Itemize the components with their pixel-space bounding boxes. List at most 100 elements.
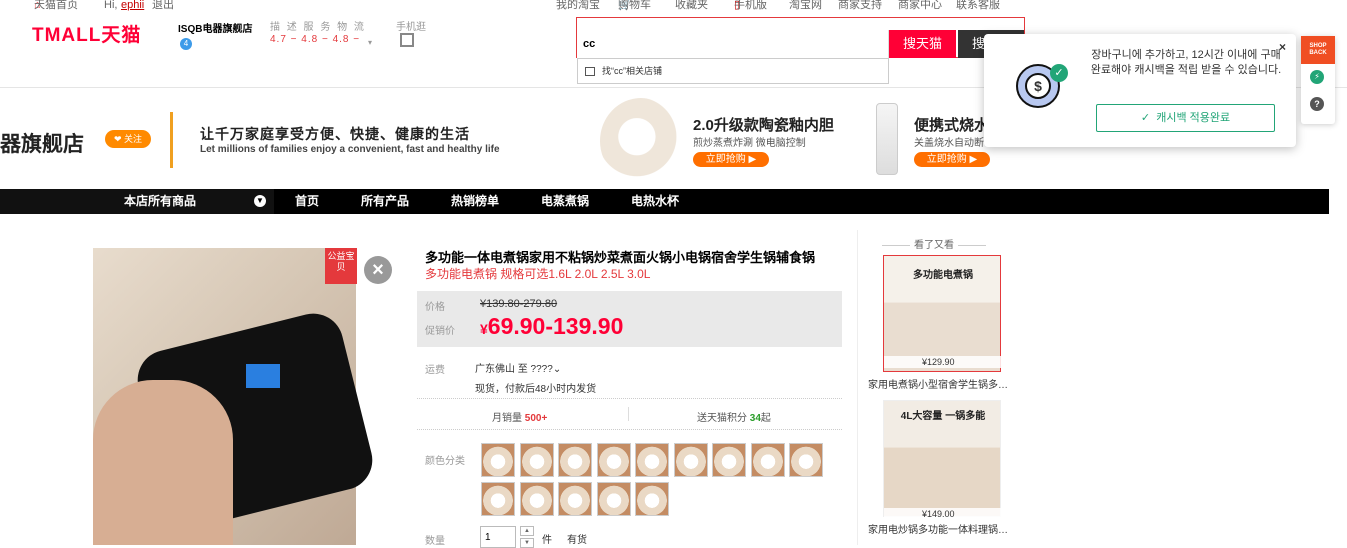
rating-dropdown-icon[interactable]: ▾ bbox=[368, 38, 372, 47]
favorites-link[interactable]: 收藏夹 bbox=[675, 0, 708, 11]
shopback-logo[interactable]: SHOP BACK bbox=[1301, 36, 1335, 64]
slogan-en: Let millions of families enjoy a conveni… bbox=[200, 144, 500, 155]
stock-status: 有货 bbox=[567, 535, 587, 546]
all-products-label: 本店所有商品 bbox=[124, 194, 197, 208]
product-subtitle: 多功能电煮锅 规格可选1.6L 2.0L 2.5L 3.0L bbox=[425, 267, 651, 281]
home-label: 天猫首页 bbox=[34, 0, 78, 11]
product-title: 多功能一体电煮锅家用不粘锅炒菜煮面火锅小电锅宿舍学生锅辅食锅 bbox=[425, 250, 816, 265]
promo1-subtitle: 煎炒蒸煮炸涮 微电脑控制 bbox=[693, 138, 806, 149]
color-option[interactable] bbox=[674, 443, 708, 477]
store-icon bbox=[585, 67, 595, 76]
color-option[interactable] bbox=[520, 443, 554, 477]
tmall-logo[interactable]: TMALL天猫 bbox=[32, 20, 141, 47]
original-price: ¥139.80-279.80 bbox=[480, 298, 558, 310]
cashback-status-icon[interactable]: ⚡ bbox=[1310, 70, 1324, 84]
divider bbox=[417, 429, 842, 430]
suggestion-text: 找“cc”相关店铺 bbox=[602, 66, 662, 76]
promo2-title: 便携式烧水 bbox=[914, 117, 990, 134]
search-suggestion[interactable]: 找“cc”相关店铺 bbox=[577, 58, 889, 84]
nav-hot-list[interactable]: 热销榜单 bbox=[451, 189, 499, 214]
shop-name[interactable]: ISQB电器旗舰店 bbox=[178, 20, 252, 35]
logout-link[interactable]: 退出 bbox=[152, 0, 174, 11]
contact-link[interactable]: 联系客服 bbox=[956, 0, 1000, 11]
promo-cup-image[interactable] bbox=[876, 103, 898, 175]
nav-kettles[interactable]: 电热水杯 bbox=[631, 189, 679, 214]
color-option[interactable] bbox=[789, 443, 823, 477]
cashback-apply-button[interactable]: ✓ 캐시백 적용완료 bbox=[1096, 104, 1275, 132]
all-products-menu[interactable]: 本店所有商品 ▼ bbox=[0, 189, 274, 214]
recommended-item-image[interactable]: 多功能电煮锅 ¥129.90 bbox=[883, 255, 1002, 372]
seen-also-header: 看了又看 bbox=[868, 236, 1000, 251]
promo-price: ¥69.90-139.90 bbox=[480, 313, 624, 339]
color-option[interactable] bbox=[751, 443, 785, 477]
tmall-points: 送天猫积分 34起 bbox=[697, 413, 771, 424]
promo2-subtitle: 关盖烧水自动断 bbox=[914, 138, 984, 149]
divider bbox=[628, 407, 629, 421]
color-option[interactable] bbox=[597, 482, 631, 516]
color-option[interactable] bbox=[481, 443, 515, 477]
monthly-sales: 月销量 500+ bbox=[492, 413, 548, 424]
nav-all-products[interactable]: 所有产品 bbox=[361, 189, 409, 214]
color-option[interactable] bbox=[558, 443, 592, 477]
mobile-shop-label: 手机逛 bbox=[396, 22, 426, 33]
check-icon: ✓ bbox=[1140, 112, 1151, 124]
rating-labels: 描 述 服 务 物 流 bbox=[270, 22, 366, 33]
check-icon: ✓ bbox=[1050, 64, 1068, 82]
taobao-link[interactable]: 淘宝网 bbox=[789, 0, 822, 11]
rec-img-title: 多功能电煮锅 bbox=[913, 270, 973, 281]
color-option[interactable] bbox=[635, 443, 669, 477]
shop-level-badge: 4 bbox=[180, 38, 192, 50]
chevron-down-icon: ⌄ bbox=[552, 364, 562, 375]
rec-price: ¥149.00 bbox=[884, 508, 1002, 520]
shipping-label: 运费 bbox=[425, 365, 445, 376]
username-link[interactable]: ephii bbox=[121, 0, 144, 11]
rec-img-title: 4L大容量 一锅多能 bbox=[900, 411, 986, 422]
search-tmall-button[interactable]: 搜天猫 bbox=[889, 30, 956, 58]
nav-home[interactable]: 首页 bbox=[295, 189, 319, 214]
quantity-increase-icon[interactable]: ▲ bbox=[520, 526, 534, 536]
color-option[interactable] bbox=[712, 443, 746, 477]
my-taobao-link[interactable]: 我的淘宝 bbox=[556, 0, 600, 11]
divider bbox=[170, 112, 173, 168]
device-screen bbox=[246, 364, 280, 388]
charity-badge: 公益宝贝 bbox=[325, 248, 357, 284]
quantity-decrease-icon[interactable]: ▼ bbox=[520, 538, 534, 548]
merchant-center-link[interactable]: 商家中心 bbox=[898, 0, 942, 11]
color-option[interactable] bbox=[520, 482, 554, 516]
recommended-item-image[interactable]: 4L大容量 一锅多能 ¥149.00 bbox=[883, 400, 1002, 520]
quantity-unit: 件 bbox=[542, 535, 552, 546]
shipping-note: 现货，付款后48小时内发货 bbox=[475, 384, 597, 395]
recommended-item-caption[interactable]: 家用电炒锅多功能一体料理锅… bbox=[868, 521, 1008, 536]
greeting: Hi, bbox=[104, 0, 118, 11]
close-icon[interactable]: × bbox=[364, 256, 392, 284]
divider bbox=[857, 230, 858, 545]
merchant-support-link[interactable]: 商家支持 bbox=[838, 0, 882, 11]
store-name-banner: 器旗舰店 bbox=[0, 133, 84, 156]
promo-pot-image[interactable] bbox=[600, 98, 682, 184]
promo2-buy-button[interactable]: 立即抢购 ▶ bbox=[914, 152, 990, 167]
promo1-title: 2.0升级款陶瓷釉内胆 bbox=[693, 117, 834, 134]
nav-steam-pots[interactable]: 电蒸煮锅 bbox=[541, 189, 589, 214]
promo1-buy-button[interactable]: 立即抢购 ▶ bbox=[693, 152, 769, 167]
color-label: 颜色分类 bbox=[425, 456, 465, 467]
divider bbox=[417, 398, 842, 399]
hand-graphic bbox=[93, 380, 233, 545]
qr-code-icon[interactable] bbox=[400, 33, 414, 47]
promo-label: 促销价 bbox=[425, 326, 455, 337]
popup-message: 장바구니에 추가하고, 12시간 이내에 구매완료해야 캐시백을 적립 받을 수… bbox=[1090, 49, 1282, 76]
chevron-down-icon: ▼ bbox=[254, 195, 266, 207]
color-option[interactable] bbox=[481, 482, 515, 516]
shipping-route[interactable]: 广东佛山 至 ????⌄ bbox=[475, 360, 561, 375]
rec-price: ¥129.90 bbox=[884, 356, 1002, 368]
color-option[interactable] bbox=[635, 482, 669, 516]
help-icon[interactable]: ? bbox=[1310, 97, 1324, 111]
price-label: 价格 bbox=[425, 302, 445, 313]
slogan-cn: 让千万家庭享受方便、快捷、健康的生活 bbox=[200, 126, 470, 142]
follow-button[interactable]: ❤ 关注 bbox=[105, 130, 151, 148]
search-input[interactable] bbox=[577, 30, 889, 58]
recommended-item-caption[interactable]: 家用电煮锅小型宿舍学生锅多… bbox=[868, 376, 1008, 391]
color-option[interactable] bbox=[597, 443, 631, 477]
color-option[interactable] bbox=[558, 482, 592, 516]
top-bar: ⌂ 天猫首页 Hi, ephii 退出 我的淘宝 🛒 购物车 收藏夹 ▯ 手机版 淘… bbox=[34, 0, 1000, 11]
dollar-icon: $ bbox=[1025, 73, 1051, 99]
